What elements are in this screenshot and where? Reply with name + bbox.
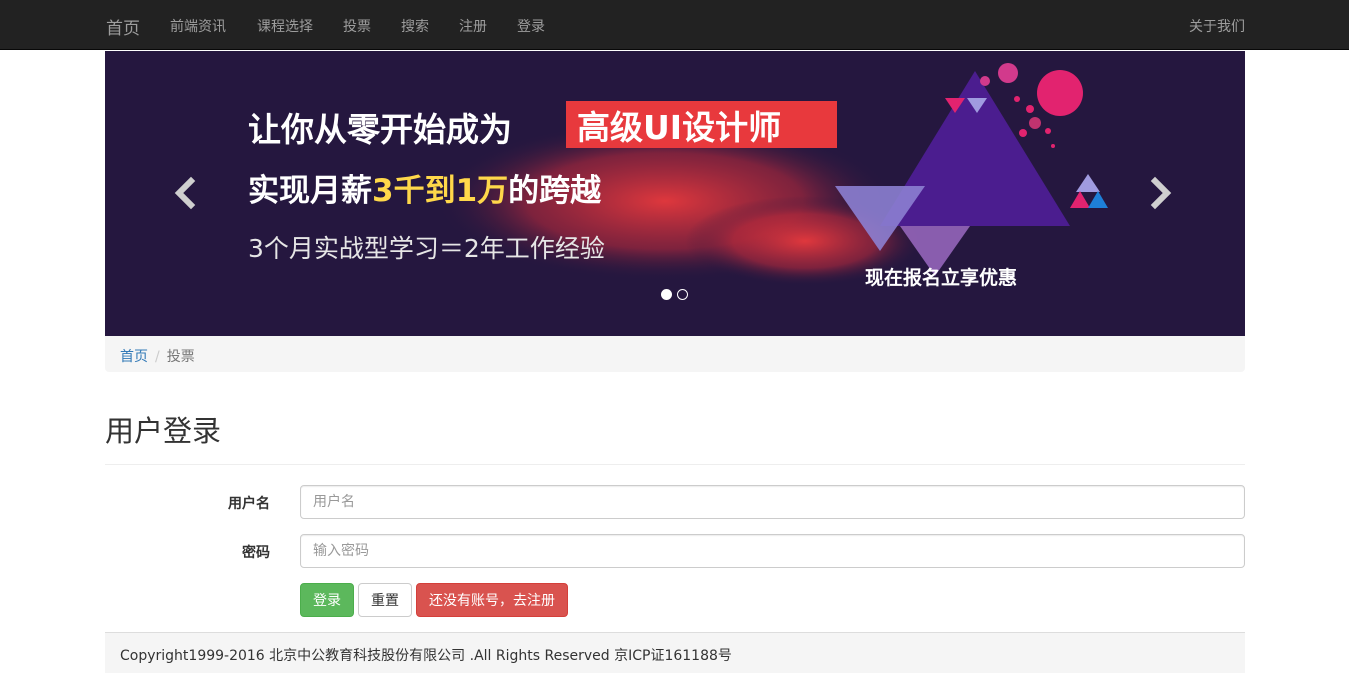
carousel-prev-button[interactable] — [165, 173, 205, 213]
banner-carousel: 让你从零开始成为 高级UI设计师 实现月薪3千到1万的跨越 3个月实战型学习＝2… — [105, 51, 1245, 336]
breadcrumb-current: 投票 — [166, 349, 195, 365]
nav-item-frontend-news[interactable]: 前端资讯 — [170, 16, 226, 36]
page-title-divider — [105, 464, 1245, 465]
banner-line1-highlight: 高级UI设计师 — [577, 108, 781, 147]
footer-copyright: Copyright1999-2016 北京中公教育科技股份有限公司 .All R… — [105, 632, 1245, 673]
banner-line2: 实现月薪3千到1万的跨越 — [248, 173, 602, 209]
carousel-indicator-2[interactable] — [677, 289, 688, 300]
circle-dot-1 — [1026, 105, 1034, 113]
top-navbar: 首页 前端资讯 课程选择 投票 搜索 注册 登录 关于我们 — [0, 0, 1349, 50]
banner-image: 让你从零开始成为 高级UI设计师 实现月薪3千到1万的跨越 3个月实战型学习＝2… — [105, 51, 1245, 336]
go-register-button[interactable]: 还没有账号，去注册 — [416, 583, 568, 617]
nav-item-login[interactable]: 登录 — [517, 16, 545, 36]
nav-item-register[interactable]: 注册 — [459, 16, 487, 36]
nav-item-about-us[interactable]: 关于我们 — [1189, 16, 1245, 36]
circle-dot-3 — [1029, 117, 1041, 129]
nav-brand-home[interactable]: 首页 — [106, 14, 140, 39]
carousel-next-button[interactable] — [1141, 173, 1181, 213]
reset-button[interactable]: 重置 — [358, 583, 412, 617]
banner-line2-prefix: 实现月薪 — [248, 173, 372, 209]
circle-large — [1037, 70, 1083, 116]
nav-item-search[interactable]: 搜索 — [401, 16, 429, 36]
banner-line2-suffix: 的跨越 — [508, 173, 602, 209]
circle-medium — [998, 63, 1018, 83]
chevron-left-icon — [174, 176, 196, 210]
password-input[interactable] — [300, 534, 1245, 568]
username-input[interactable] — [300, 485, 1245, 519]
username-label: 用户名 — [228, 496, 270, 512]
circle-dot-2 — [1014, 96, 1020, 102]
circle-dot-6 — [1051, 144, 1055, 148]
nav-item-vote[interactable]: 投票 — [343, 16, 371, 36]
password-label: 密码 — [242, 545, 270, 561]
breadcrumb-separator: / — [155, 349, 160, 365]
banner-cta: 现在报名立享优惠 — [865, 266, 1017, 289]
circle-small — [980, 76, 990, 86]
circle-dot-5 — [1045, 128, 1051, 134]
breadcrumb: 首页 / 投票 — [105, 336, 1245, 372]
nav-item-course-selection[interactable]: 课程选择 — [257, 16, 313, 36]
banner-line3: 3个月实战型学习＝2年工作经验 — [248, 234, 605, 263]
breadcrumb-home-link[interactable]: 首页 — [120, 349, 148, 365]
banner-line2-highlight: 3千到1万 — [372, 173, 508, 209]
chevron-right-icon — [1150, 176, 1172, 210]
login-button[interactable]: 登录 — [300, 583, 354, 617]
circle-dot-4 — [1019, 129, 1027, 137]
page-title: 用户登录 — [105, 414, 222, 448]
banner-line1: 让你从零开始成为 — [248, 110, 512, 149]
carousel-indicator-1[interactable] — [661, 289, 672, 300]
